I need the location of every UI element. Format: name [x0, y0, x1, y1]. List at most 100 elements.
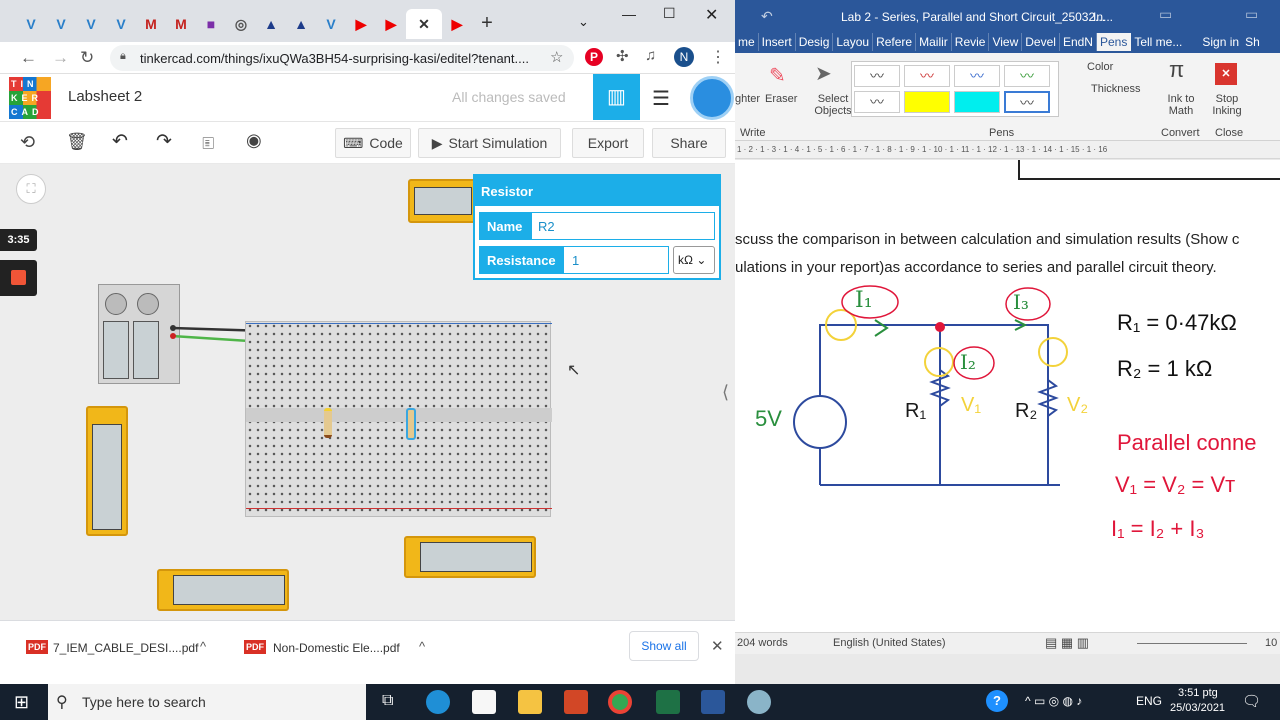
multimeter-left[interactable]	[86, 406, 128, 536]
file-explorer-icon[interactable]	[518, 690, 542, 714]
tab-layout[interactable]: Layou	[833, 33, 874, 51]
multimeter-top[interactable]	[408, 179, 478, 223]
minimize-icon[interactable]: —	[622, 6, 636, 22]
share-button[interactable]: Share	[652, 128, 726, 158]
tinkercad-logo[interactable]: TIN KER CAD	[9, 77, 51, 119]
clock-date[interactable]: 25/03/2021	[1170, 702, 1225, 714]
chevron-up-icon[interactable]: ^	[419, 639, 425, 654]
pen-green[interactable]: 〰	[1004, 65, 1050, 87]
reload-icon[interactable]: ↻	[80, 48, 94, 68]
share-tab[interactable]: Sh	[1242, 33, 1263, 51]
sign-in[interactable]: Sign in	[1199, 33, 1242, 51]
user-avatar[interactable]	[690, 76, 734, 120]
active-tab-close-icon[interactable]: ✕	[406, 9, 442, 39]
pen-blue[interactable]: 〰	[954, 65, 1000, 87]
code-button[interactable]: ⌨ Code	[335, 128, 411, 158]
powerpoint-icon[interactable]	[564, 690, 588, 714]
close-icon[interactable]: ✕	[705, 5, 718, 25]
pen-selected[interactable]: 〰	[1004, 91, 1050, 113]
tab-favicon[interactable]: V	[16, 9, 46, 39]
stop-inking-label[interactable]: Stop Inking	[1205, 93, 1249, 117]
visibility-icon[interactable]: ◉	[246, 130, 262, 151]
edge-icon[interactable]	[426, 690, 450, 714]
task-view-icon[interactable]: ⧉	[382, 692, 393, 710]
tray-icons[interactable]: ^ ▭ ◎ ◍ ♪	[1025, 694, 1082, 708]
excel-icon[interactable]	[656, 690, 680, 714]
ribbon-options-icon[interactable]: ▭	[1159, 6, 1172, 23]
store-icon[interactable]	[472, 690, 496, 714]
download-item-2[interactable]: Non-Domestic Ele....pdf	[273, 641, 400, 655]
chrome-icon[interactable]	[608, 690, 632, 714]
zoom-level[interactable]: 10	[1265, 637, 1277, 649]
stop-inking-icon[interactable]: ✕	[1215, 63, 1237, 85]
ink-to-math-label[interactable]: Ink to Math	[1161, 93, 1201, 117]
multimeter-bottom-left[interactable]	[157, 569, 289, 611]
pen-black[interactable]: 〰	[854, 65, 900, 87]
thickness-button[interactable]: Thickness	[1091, 83, 1141, 95]
unit-select[interactable]: kΩ ⌄	[673, 246, 715, 274]
fit-view-icon[interactable]: ⛶	[16, 174, 46, 204]
zoom-slider[interactable]	[1137, 643, 1247, 644]
component-list-icon[interactable]: ☰	[652, 86, 670, 111]
media-icon[interactable]: ♫	[645, 47, 656, 64]
clock-time[interactable]: 3:51 ptg	[1178, 687, 1218, 699]
language-indicator[interactable]: ENG	[1136, 694, 1162, 708]
document-page[interactable]: scuss the comparison in between calculat…	[735, 160, 1280, 632]
name-input[interactable]: R2	[538, 219, 555, 234]
tab-favicon[interactable]: M	[166, 9, 196, 39]
pen-gallery[interactable]: 〰 〰 〰 〰 〰 〰	[851, 61, 1059, 117]
circuit-canvas[interactable]: ⛶ ↖ 3:35 ⟨ Resistor Name R2 Resistance 1…	[0, 164, 735, 620]
tab-favicon[interactable]: V	[316, 9, 346, 39]
minimize-icon[interactable]: ▭	[1245, 6, 1258, 23]
tab-favicon[interactable]: ▶	[376, 9, 406, 39]
taskbar-search[interactable]: ⚲ Type here to search	[48, 684, 366, 720]
download-item-1[interactable]: 7_IEM_CABLE_DESI....pdf	[53, 641, 198, 655]
tab-endnote[interactable]: EndN	[1060, 33, 1097, 51]
pinterest-icon[interactable]: P	[585, 48, 603, 66]
breadboard[interactable]	[245, 321, 552, 517]
word-count[interactable]: 204 words	[737, 637, 788, 649]
close-icon[interactable]: ✕	[711, 637, 724, 655]
export-button[interactable]: Export	[572, 128, 644, 158]
windows-start-icon[interactable]: ⊞	[14, 692, 29, 713]
tab-favicon[interactable]: V	[76, 9, 106, 39]
maximize-icon[interactable]: ☐	[663, 5, 676, 22]
tab-favicon[interactable]: ▲	[256, 9, 286, 39]
resistor-r2-selected[interactable]	[406, 408, 416, 440]
delete-icon[interactable]: 🗑︎	[66, 132, 88, 152]
chevron-up-icon[interactable]: ^	[200, 639, 206, 654]
pen-red[interactable]: 〰	[904, 65, 950, 87]
paint-icon[interactable]	[747, 690, 771, 714]
multimeter-bottom[interactable]	[404, 536, 536, 578]
resistance-input[interactable]: 1	[572, 253, 579, 268]
notifications-icon[interactable]: 🗨︎	[1242, 692, 1261, 710]
omnibox[interactable]: 🔒︎ tinkercad.com/things/ixuQWa3BH54-surp…	[110, 45, 574, 71]
circuit-view-icon[interactable]: ▥	[593, 74, 640, 120]
new-tab-button[interactable]: +	[472, 8, 502, 38]
ink-math-icon[interactable]: π	[1169, 57, 1184, 83]
bookmark-star-icon[interactable]: ☆	[550, 48, 563, 66]
redo-icon[interactable]: ↷	[156, 130, 172, 153]
eraser-label[interactable]: Eraser	[765, 93, 797, 105]
show-all-button[interactable]: Show all	[629, 631, 699, 661]
knob-icon[interactable]	[137, 293, 159, 315]
tab-search-icon[interactable]: ⌄	[578, 14, 589, 30]
eraser-icon[interactable]: ✎	[769, 63, 786, 88]
tab-insert[interactable]: Insert	[759, 33, 796, 51]
word-icon[interactable]	[701, 690, 725, 714]
menu-icon[interactable]: ⋮	[710, 47, 726, 67]
record-stop-button[interactable]	[0, 260, 37, 296]
forward-icon[interactable]: →	[52, 48, 69, 68]
tab-review[interactable]: Revie	[952, 33, 990, 51]
tab-developer[interactable]: Devel	[1022, 33, 1060, 51]
tab-pens[interactable]: Pens	[1096, 33, 1132, 51]
pen-gray[interactable]: 〰	[854, 91, 900, 113]
highlighter-label[interactable]: ghter	[735, 93, 760, 105]
profile-avatar[interactable]: N	[674, 47, 694, 67]
tell-me[interactable]: Tell me...	[1131, 33, 1185, 51]
tab-favicon[interactable]: M	[136, 9, 166, 39]
rotate-icon[interactable]: ⟲	[20, 132, 35, 153]
tab-favicon[interactable]: V	[106, 9, 136, 39]
back-icon[interactable]: ←	[20, 48, 37, 68]
panel-collapse-icon[interactable]: ⟨	[722, 382, 729, 403]
